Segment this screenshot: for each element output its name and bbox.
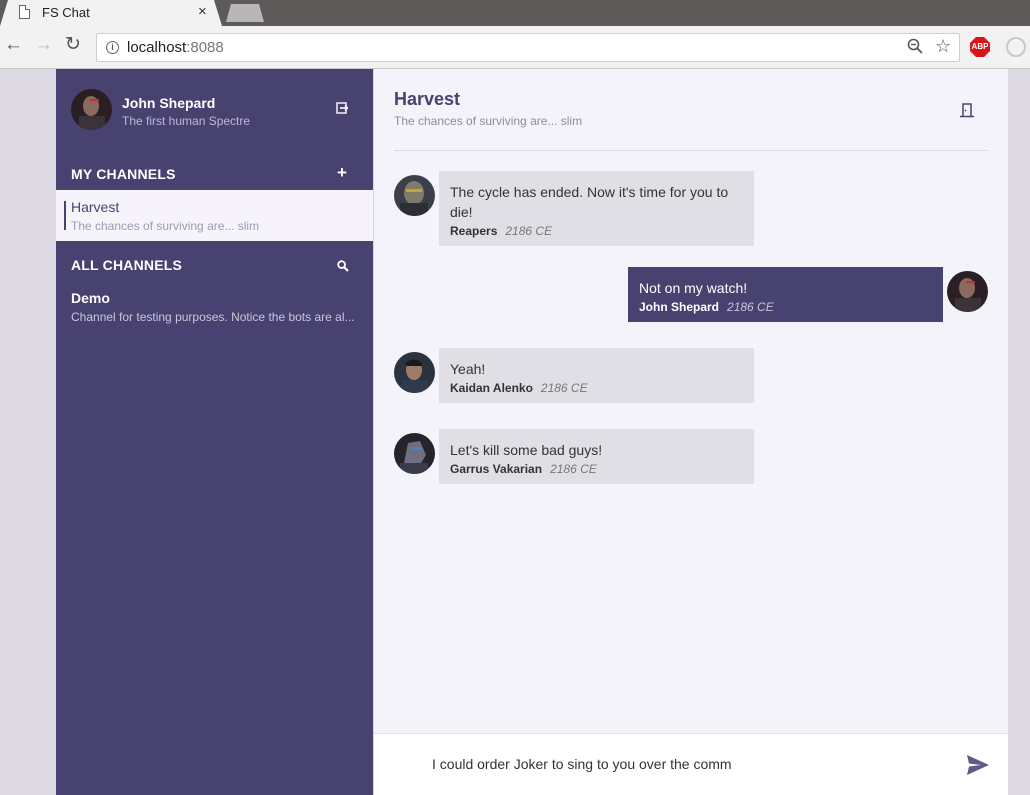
logout-icon[interactable] bbox=[336, 101, 349, 114]
adblock-icon[interactable]: ABP bbox=[970, 37, 990, 57]
avatar-kaidan-alenko bbox=[394, 352, 435, 393]
message-meta: Garrus Vakarian 2186 CE bbox=[450, 462, 597, 476]
message-input[interactable] bbox=[432, 756, 952, 772]
url-text[interactable]: localhost:8088 bbox=[127, 39, 224, 56]
message-author: John Shepard bbox=[639, 300, 720, 314]
browser-tabstrip: FS Chat × bbox=[0, 0, 1030, 26]
message-bubble: Let's kill some bad guys! Garrus Vakaria… bbox=[439, 429, 754, 484]
back-arrow-icon[interactable]: ← bbox=[4, 35, 23, 55]
message-time: 2186 CE bbox=[505, 224, 553, 238]
message-author: Garrus Vakarian bbox=[450, 462, 543, 476]
send-icon[interactable] bbox=[966, 754, 990, 776]
avatar-john-shepard bbox=[947, 271, 988, 312]
active-indicator bbox=[64, 201, 66, 230]
channel-title: Harvest bbox=[394, 89, 461, 109]
message-meta: John Shepard 2186 CE bbox=[639, 300, 774, 314]
message-author: Reapers bbox=[450, 224, 498, 238]
reload-icon[interactable]: ↻ bbox=[65, 35, 81, 55]
message-time: 2186 CE bbox=[727, 300, 774, 314]
user-name: John Shepard bbox=[122, 95, 216, 111]
sidebar: John Shepard The first human Spectre MY … bbox=[56, 69, 373, 795]
message-author: Kaidan Alenko bbox=[450, 381, 533, 395]
message-text: The cycle has ended. Now it's time for y… bbox=[450, 184, 729, 220]
page-gutter bbox=[1008, 69, 1030, 795]
add-channel-icon[interactable]: + bbox=[337, 163, 347, 183]
browser-toolbar: ← → ↻ i localhost:8088 ☆ ABP bbox=[0, 26, 1030, 69]
message-text: Yeah! bbox=[450, 361, 486, 377]
message-bubble-mine: Not on my watch! John Shepard 2186 CE bbox=[628, 267, 943, 322]
channel-description: The chances of surviving are... slim bbox=[71, 219, 260, 233]
new-tab-button[interactable] bbox=[226, 4, 264, 22]
message-text: Not on my watch! bbox=[639, 280, 748, 296]
search-icon[interactable] bbox=[337, 259, 349, 272]
all-channels-header: ALL CHANNELS bbox=[71, 257, 183, 273]
user-tagline: The first human Spectre bbox=[122, 114, 251, 128]
my-channels-header: MY CHANNELS bbox=[71, 166, 176, 182]
forward-arrow-icon[interactable]: → bbox=[34, 35, 53, 55]
tab-title: FS Chat bbox=[42, 5, 90, 20]
message-time: 2186 CE bbox=[550, 462, 597, 476]
document-icon bbox=[19, 5, 30, 19]
bookmark-star-icon[interactable]: ☆ bbox=[935, 36, 951, 57]
zoom-icon[interactable] bbox=[907, 38, 923, 59]
url-port: :8088 bbox=[186, 39, 224, 56]
browser-tab[interactable]: FS Chat × bbox=[0, 0, 222, 26]
message-meta: Kaidan Alenko 2186 CE bbox=[450, 381, 588, 395]
header-divider bbox=[394, 150, 988, 151]
chat-panel: Harvest The chances of surviving are... … bbox=[373, 69, 1008, 795]
message-composer bbox=[374, 733, 1008, 795]
message-bubble: The cycle has ended. Now it's time for y… bbox=[439, 171, 754, 246]
url-host: localhost bbox=[127, 39, 187, 56]
avatar-garrus-vakarian bbox=[394, 433, 435, 474]
channel-name: Demo bbox=[71, 290, 110, 306]
channel-name: Harvest bbox=[71, 199, 120, 215]
close-tab-icon[interactable]: × bbox=[198, 3, 207, 20]
leave-channel-icon[interactable] bbox=[960, 102, 974, 118]
channel-description: Channel for testing purposes. Notice the… bbox=[71, 310, 355, 324]
info-icon[interactable]: i bbox=[106, 41, 119, 54]
message-bubble: Yeah! Kaidan Alenko 2186 CE bbox=[439, 348, 754, 403]
avatar-reapers bbox=[394, 175, 435, 216]
channel-subtitle: The chances of surviving are... slim bbox=[394, 114, 583, 128]
message-meta: Reapers 2186 CE bbox=[450, 224, 552, 238]
channel-item-harvest[interactable]: Harvest The chances of surviving are... … bbox=[56, 190, 373, 241]
extension-icon[interactable] bbox=[1006, 37, 1026, 57]
message-text: Let's kill some bad guys! bbox=[450, 442, 603, 458]
address-bar[interactable]: i localhost:8088 ☆ bbox=[96, 33, 960, 62]
user-avatar bbox=[71, 89, 112, 130]
message-time: 2186 CE bbox=[540, 381, 588, 395]
